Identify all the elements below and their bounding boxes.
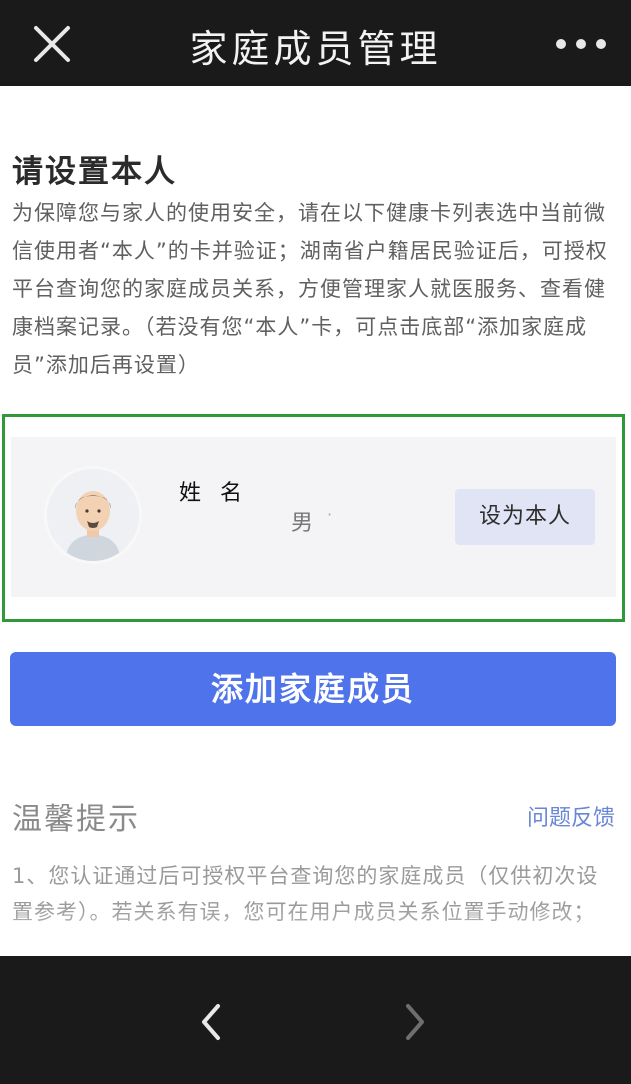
feedback-link[interactable]: 问题反馈: [527, 800, 615, 832]
content-fade: [0, 906, 631, 956]
tips-title: 温馨提示: [12, 802, 140, 837]
member-name: 姓 名: [179, 481, 248, 506]
member-gender: 男: [291, 511, 314, 536]
page-title: 家庭成员管理: [189, 27, 442, 71]
person-avatar-icon: [47, 469, 139, 561]
member-card: 姓 名 男 · 设为本人: [2, 414, 625, 622]
description-text: 为保障您与家人的使用安全，请在以下健康卡列表选中当前微信使用者“本人”的卡并验证…: [12, 201, 608, 377]
main-content[interactable]: 请设置本人 为保障您与家人的使用安全，请在以下健康卡列表选中当前微信使用者“本人…: [0, 86, 631, 956]
set-as-self-button[interactable]: 设为本人: [455, 489, 595, 545]
chevron-right-icon[interactable]: [392, 1000, 436, 1044]
add-family-member-button[interactable]: 添加家庭成员: [10, 652, 616, 726]
member-detail-separator: ·: [327, 505, 333, 524]
section-title: 请设置本人: [12, 154, 177, 190]
more-icon[interactable]: [553, 26, 609, 62]
member-row[interactable]: 姓 名 男 · 设为本人: [11, 437, 616, 597]
chevron-left-icon[interactable]: [190, 1000, 234, 1044]
bottom-nav-bar: [0, 956, 631, 1084]
top-bar: 家庭成员管理: [0, 0, 631, 86]
